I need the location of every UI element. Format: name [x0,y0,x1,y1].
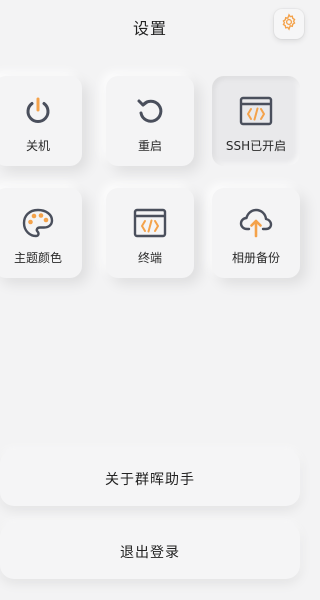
ssh-label: SSH已开启 [225,139,287,153]
quick-actions-grid: 关机 重启 SSH已开启 主题颜色 终端 相册备份 [0,0,300,300]
logout-label: 退出登录 [120,545,180,561]
terminal-code-icon [133,206,167,240]
restart-tile[interactable]: 重启 [106,76,194,166]
cloud-upload-icon [239,206,273,240]
restart-icon [133,94,167,128]
theme-color-tile[interactable]: 主题颜色 [0,188,82,278]
photo-backup-label: 相册备份 [231,251,280,265]
palette-icon [21,206,55,240]
ssh-tile[interactable]: SSH已开启 [212,76,300,166]
code-window-icon [239,94,273,128]
power-icon [21,94,55,128]
photo-backup-tile[interactable]: 相册备份 [212,188,300,278]
about-button[interactable]: 关于群晖助手 [0,450,300,506]
about-label: 关于群晖助手 [105,472,195,488]
logout-button[interactable]: 退出登录 [0,523,300,579]
shutdown-tile[interactable]: 关机 [0,76,82,166]
terminal-tile[interactable]: 终端 [106,188,194,278]
shutdown-label: 关机 [25,139,50,153]
restart-label: 重启 [137,139,162,153]
terminal-label: 终端 [137,251,162,265]
theme-color-label: 主题颜色 [13,251,62,265]
